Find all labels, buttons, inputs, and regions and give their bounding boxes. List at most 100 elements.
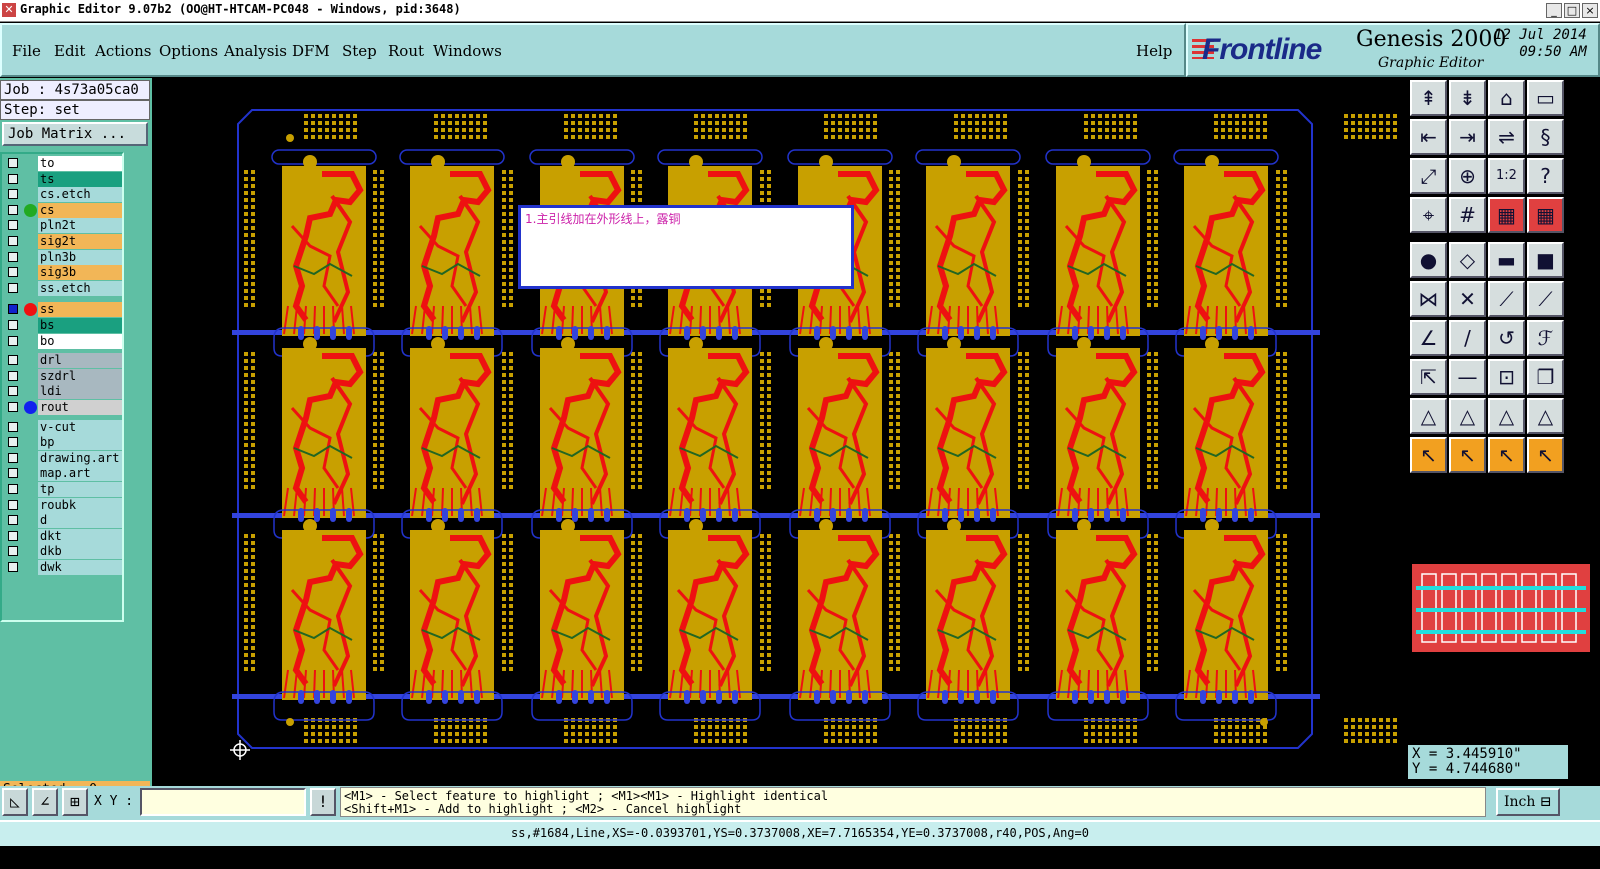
help-button[interactable]: ? xyxy=(1527,158,1564,194)
layer-row-bp[interactable]: bp xyxy=(4,435,122,451)
triangle3-button[interactable]: △ xyxy=(1488,398,1525,434)
pcb-panel-view[interactable] xyxy=(152,78,1408,781)
home-button[interactable]: ⌂ xyxy=(1488,80,1525,116)
snap-mode-icon[interactable]: ◺ xyxy=(2,788,28,816)
ff-button[interactable]: ℱ xyxy=(1527,320,1564,356)
layer-row-szdrl[interactable]: szdrl xyxy=(4,368,122,384)
select-area-button[interactable]: ◇ xyxy=(1449,242,1486,278)
layer-checkbox[interactable] xyxy=(8,370,18,381)
layer-row-sig2t[interactable]: sig2t xyxy=(4,234,122,249)
menu-actions[interactable]: Actions xyxy=(95,42,151,60)
zoom-home-button[interactable]: ⇞ xyxy=(1410,80,1447,116)
layer-row-roubk[interactable]: roubk xyxy=(4,497,122,513)
select-feature-button[interactable]: ● xyxy=(1410,242,1447,278)
angle-button[interactable]: ∠ xyxy=(1410,320,1447,356)
layer-name[interactable]: ldi xyxy=(38,384,122,400)
close-button[interactable]: × xyxy=(1582,3,1598,18)
layer-row-ldi[interactable]: ldi xyxy=(4,384,122,400)
layer-checkbox[interactable] xyxy=(8,562,18,572)
layer-checkbox[interactable] xyxy=(8,355,18,366)
layer-checkbox[interactable] xyxy=(8,158,18,168)
menu-windows[interactable]: Windows xyxy=(433,42,502,60)
layer-row-to[interactable]: to xyxy=(4,156,122,171)
pan-right-button[interactable]: ⇥ xyxy=(1449,119,1486,155)
layer-checkbox[interactable] xyxy=(8,386,18,397)
layer-checkbox[interactable] xyxy=(8,251,18,262)
unit-select[interactable]: Inch ⊟ xyxy=(1496,788,1560,816)
layer-row-dkt[interactable]: dkt xyxy=(4,528,122,544)
layer-checkbox[interactable] xyxy=(8,546,18,557)
triangle4-button[interactable]: △ xyxy=(1527,398,1564,434)
layer-checkbox[interactable] xyxy=(8,267,18,278)
menu-rout[interactable]: Rout xyxy=(388,42,424,60)
layer-checkbox[interactable] xyxy=(8,437,18,448)
grid-mode-icon[interactable]: ⊞ xyxy=(62,788,88,816)
pad-button[interactable]: ■ xyxy=(1527,242,1564,278)
center-button[interactable]: ⊕ xyxy=(1449,158,1486,194)
pointer2-button[interactable]: ↖ xyxy=(1449,437,1486,473)
layer-checkbox[interactable] xyxy=(8,484,18,494)
layer-checkbox[interactable] xyxy=(8,452,18,463)
layer-name[interactable]: to xyxy=(38,156,122,171)
pointer3-button[interactable]: ↖ xyxy=(1488,437,1525,473)
layer-checkbox[interactable] xyxy=(8,515,18,526)
zoom-in-button[interactable]: ⇟ xyxy=(1449,80,1486,116)
line-button[interactable]: ⟋ xyxy=(1488,281,1525,317)
layer-row-d[interactable]: d xyxy=(4,513,122,529)
layer-row-tp[interactable]: tp xyxy=(4,482,122,497)
scale-button[interactable]: 1:2 xyxy=(1488,158,1525,194)
pointer-button[interactable]: ↖ xyxy=(1410,437,1447,473)
layer-checkbox[interactable] xyxy=(8,173,18,184)
layer-name[interactable]: bs xyxy=(38,318,122,333)
triangle-button[interactable]: △ xyxy=(1410,398,1447,434)
layer-row-dkb[interactable]: dkb xyxy=(4,544,122,560)
minimize-button[interactable]: _ xyxy=(1546,3,1562,18)
layer-name[interactable]: cs xyxy=(38,202,122,218)
layer-name[interactable]: roubk xyxy=(38,497,122,513)
layer-checkbox[interactable] xyxy=(8,530,18,541)
menu-analysis[interactable]: Analysis xyxy=(224,42,287,60)
delete-button[interactable]: ✕ xyxy=(1449,281,1486,317)
layer-name[interactable]: pln2t xyxy=(38,218,122,234)
layer-row-dwk[interactable]: dwk xyxy=(4,560,122,575)
layer-name[interactable]: dkt xyxy=(38,528,122,544)
menu-options[interactable]: Options xyxy=(159,42,218,60)
layer-row-ts[interactable]: ts xyxy=(4,171,122,187)
overview-map[interactable] xyxy=(1410,562,1594,656)
layer-checkbox[interactable] xyxy=(8,204,18,215)
hline-button[interactable]: — xyxy=(1449,359,1486,395)
layer-name[interactable]: rout xyxy=(38,400,122,415)
layer-checkbox[interactable] xyxy=(8,402,18,412)
line2-button[interactable]: ⟋ xyxy=(1527,281,1564,317)
exclaim-button[interactable]: ! xyxy=(310,788,336,816)
layer-row-sig3b[interactable]: sig3b xyxy=(4,265,122,281)
layer-name[interactable]: sig3b xyxy=(38,265,122,281)
layer-name[interactable]: dwk xyxy=(38,560,122,575)
layer-checkbox[interactable] xyxy=(8,499,18,510)
copy-button[interactable]: ❐ xyxy=(1527,359,1564,395)
snap-button[interactable]: ⌖ xyxy=(1410,197,1447,233)
layer-name[interactable]: ss.etch xyxy=(38,280,122,296)
grid-button[interactable]: # xyxy=(1449,197,1486,233)
layer-row-bo[interactable]: bo xyxy=(4,333,122,349)
layer-red2-button[interactable]: ▦ xyxy=(1527,197,1564,233)
graphic-canvas[interactable] xyxy=(152,78,1408,781)
layer-name[interactable]: cs.etch xyxy=(38,187,122,203)
job-matrix-button[interactable]: Job Matrix ... xyxy=(2,122,148,146)
menu-step[interactable]: Step xyxy=(342,42,377,60)
pan-left-button[interactable]: ⇤ xyxy=(1410,119,1447,155)
layer-row-drl[interactable]: drl xyxy=(4,353,122,369)
layer-checkbox[interactable] xyxy=(8,320,18,330)
move-button[interactable]: ⇱ xyxy=(1410,359,1447,395)
arc-button[interactable]: ↺ xyxy=(1488,320,1525,356)
maximize-button[interactable]: □ xyxy=(1564,3,1580,18)
angle-mode-icon[interactable]: ∠ xyxy=(32,788,58,816)
layer-checkbox[interactable] xyxy=(8,236,18,246)
xy-input[interactable] xyxy=(140,788,306,816)
layer-row-ss-etch[interactable]: ss.etch xyxy=(4,280,122,296)
layer-row-cs-etch[interactable]: cs.etch xyxy=(4,187,122,203)
layer-row-cs[interactable]: cs xyxy=(4,202,122,218)
fit-button[interactable]: ⤢ xyxy=(1410,158,1447,194)
menu-help[interactable]: Help xyxy=(1136,42,1172,60)
layer-checkbox[interactable] xyxy=(8,335,18,346)
